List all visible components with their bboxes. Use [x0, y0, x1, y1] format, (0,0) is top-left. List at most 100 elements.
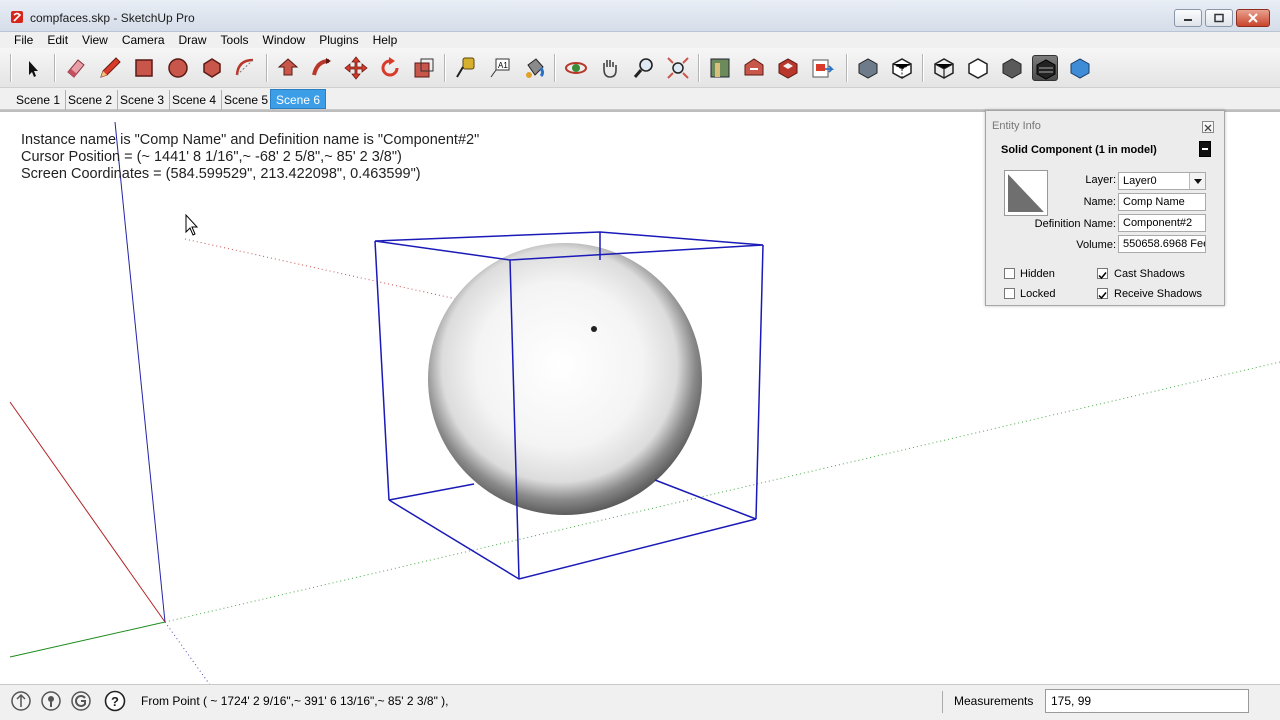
- select-tool-button[interactable]: [20, 55, 46, 81]
- eraser-tool-button[interactable]: [63, 55, 89, 81]
- menu-camera[interactable]: Camera: [122, 33, 165, 47]
- shaded-style-button[interactable]: [999, 55, 1025, 81]
- share-component-tool-button[interactable]: [775, 55, 801, 81]
- pan-tool-button[interactable]: [597, 55, 623, 81]
- tab-scene-3[interactable]: Scene 3: [115, 90, 171, 110]
- title-bar: compfaces.skp - SketchUp Pro: [0, 0, 1280, 32]
- definition-name-label: Definition Name:: [1034, 218, 1116, 230]
- sphere-solid[interactable]: [428, 243, 702, 515]
- zoom-tool-button[interactable]: [631, 55, 657, 81]
- shaded-textures-icon: [1036, 59, 1056, 80]
- name-field[interactable]: Comp Name: [1118, 193, 1206, 211]
- locked-checkbox[interactable]: [1004, 288, 1015, 299]
- menu-edit[interactable]: Edit: [47, 33, 68, 47]
- paint-bucket-tool-button[interactable]: [521, 55, 547, 81]
- google-sign-in-icon: [71, 691, 91, 711]
- hidden-checkbox[interactable]: [1004, 268, 1015, 279]
- tab-scene-6[interactable]: Scene 6: [270, 89, 327, 109]
- menu-plugins[interactable]: Plugins: [319, 33, 358, 47]
- tab-scene-4[interactable]: Scene 4: [167, 90, 223, 110]
- wireframe-style-button[interactable]: [931, 55, 957, 81]
- layer-label: Layer:: [1085, 174, 1116, 186]
- arc-icon: [235, 58, 254, 76]
- move-tool-button[interactable]: [343, 55, 369, 81]
- tab-scene-2[interactable]: Scene 2: [63, 90, 119, 110]
- get-models-tool-button[interactable]: [707, 55, 733, 81]
- tape-measure-tool-button[interactable]: [453, 55, 479, 81]
- collapse-details-button[interactable]: [1199, 141, 1211, 157]
- zoom-extents-icon: [667, 57, 689, 79]
- entity-info-title: Entity Info: [992, 120, 1041, 132]
- geo-location-icon: [11, 691, 31, 711]
- text-tool-button[interactable]: A1: [487, 55, 513, 81]
- share-model-tool-button[interactable]: [741, 55, 767, 81]
- rectangle-tool-button[interactable]: [131, 55, 157, 81]
- measurements-input[interactable]: 175, 99: [1045, 689, 1249, 713]
- maximize-button[interactable]: [1205, 9, 1233, 27]
- credits-button[interactable]: [40, 690, 62, 712]
- svg-text:A1: A1: [498, 61, 508, 70]
- arc-tool-button[interactable]: [233, 55, 259, 81]
- locked-label: Locked: [1020, 288, 1056, 300]
- menu-draw[interactable]: Draw: [179, 33, 207, 47]
- tab-scene-1[interactable]: Scene 1: [11, 90, 67, 110]
- follow-me-tool-button[interactable]: [309, 55, 335, 81]
- xray-style-button[interactable]: [855, 55, 881, 81]
- tab-scene-5[interactable]: Scene 5: [219, 90, 275, 110]
- menu-tools[interactable]: Tools: [221, 33, 249, 47]
- definition-name-value: Component#2: [1123, 217, 1193, 229]
- monochrome-style-button[interactable]: [1067, 55, 1093, 81]
- polygon-tool-button[interactable]: [199, 55, 225, 81]
- main-toolbar: A1: [0, 48, 1280, 88]
- push-pull-tool-button[interactable]: [275, 55, 301, 81]
- menu-view[interactable]: View: [82, 33, 108, 47]
- shaded-textures-style-button[interactable]: [1032, 55, 1058, 81]
- definition-name-field[interactable]: Component#2: [1118, 214, 1206, 232]
- receive-shadows-checkbox[interactable]: [1097, 288, 1108, 300]
- google-sign-in-button[interactable]: [70, 690, 92, 712]
- help-button[interactable]: ?: [104, 690, 126, 712]
- pencil-tool-button[interactable]: [97, 55, 123, 81]
- circle-tool-button[interactable]: [165, 55, 191, 81]
- share-model-icon: [744, 58, 764, 76]
- menu-bar: File Edit View Camera Draw Tools Window …: [0, 32, 1280, 48]
- panel-close-button[interactable]: [1202, 121, 1214, 133]
- circle-icon: [168, 58, 188, 78]
- close-button[interactable]: [1236, 9, 1270, 27]
- scale-tool-button[interactable]: [411, 55, 437, 81]
- scene-tabs: Scene 1 Scene 2 Scene 3 Scene 4 Scene 5 …: [0, 88, 1280, 110]
- eraser-icon: [67, 59, 85, 78]
- back-edges-style-button[interactable]: [889, 55, 915, 81]
- push-pull-icon: [277, 58, 299, 76]
- geo-location-button[interactable]: [10, 690, 32, 712]
- paint-bucket-icon: [526, 58, 544, 78]
- blue-axis: [114, 121, 166, 623]
- status-message: From Point ( ~ 1724' 2 9/16",~ 391' 6 13…: [141, 694, 449, 708]
- minimize-button[interactable]: [1174, 9, 1202, 27]
- red-axis: [9, 401, 166, 623]
- name-label: Name:: [1083, 196, 1116, 208]
- send-to-layout-tool-button[interactable]: [809, 55, 835, 81]
- volume-field: 550658.6968 Fee: [1118, 235, 1206, 253]
- orbit-tool-button[interactable]: [563, 55, 589, 81]
- entity-info-panel: Entity Info Solid Component (1 in model)…: [985, 110, 1225, 306]
- monochrome-icon: [1070, 58, 1090, 79]
- get-models-icon: [710, 58, 730, 78]
- cast-shadows-checkbox[interactable]: [1097, 268, 1108, 280]
- rotate-tool-button[interactable]: [377, 55, 403, 81]
- layer-select[interactable]: Layer0: [1118, 172, 1206, 190]
- checkmark-icon: [1098, 292, 1107, 300]
- menu-help[interactable]: Help: [373, 33, 398, 47]
- xray-icon: [858, 58, 878, 79]
- zoom-extents-tool-button[interactable]: [665, 55, 691, 81]
- zoom-icon: [633, 58, 653, 78]
- component-origin-point: [591, 326, 597, 332]
- menu-file[interactable]: File: [14, 33, 33, 47]
- green-axis: [9, 621, 166, 658]
- follow-me-icon: [312, 58, 331, 76]
- measurements-value: 175, 99: [1051, 694, 1092, 708]
- hidden-line-style-button[interactable]: [965, 55, 991, 81]
- menu-window[interactable]: Window: [263, 33, 306, 47]
- rotate-icon: [381, 57, 399, 77]
- instance-info-overlay: Instance name is "Comp Name" and Definit…: [21, 132, 479, 183]
